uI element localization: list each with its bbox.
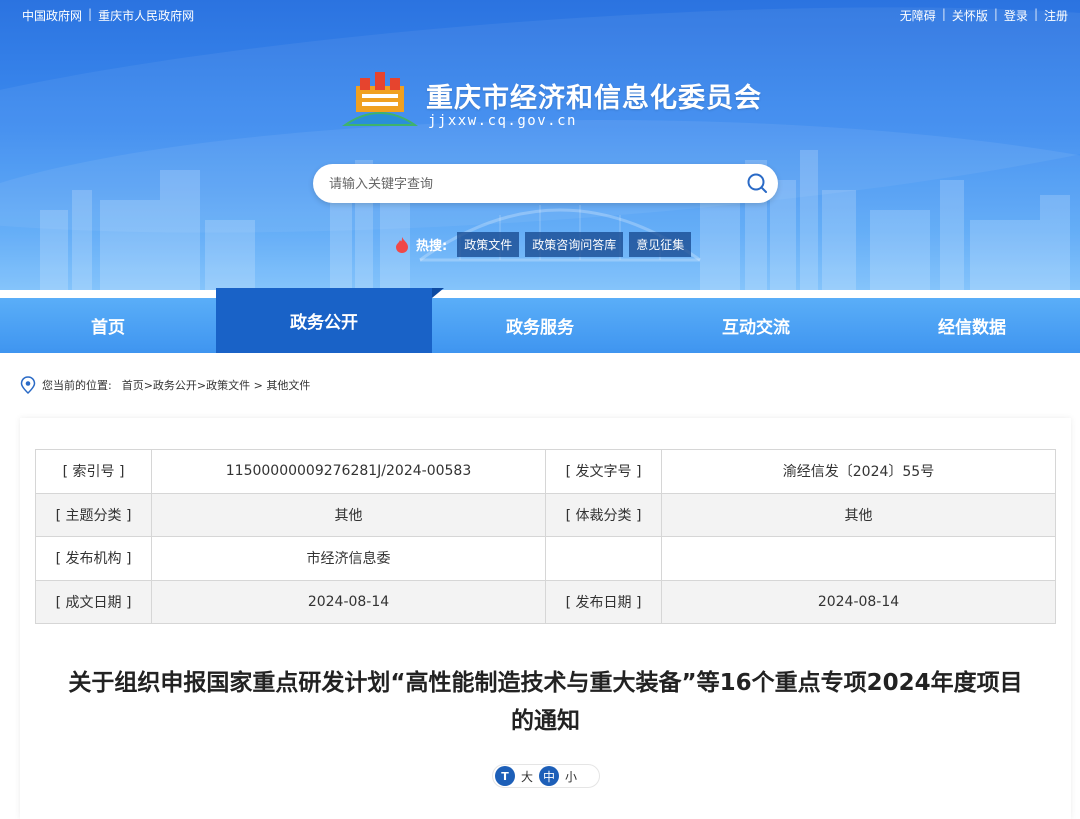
- breadcrumb-lead: 您当前的位置:: [42, 379, 112, 392]
- search-bar: [313, 164, 778, 203]
- document-title-line: 的通知: [511, 708, 580, 734]
- top-utility-bar: 中国政府网 | 重庆市人民政府网 无障碍 | 关怀版 | 登录 | 注册: [22, 7, 1068, 24]
- table-row: [ 主题分类 ] 其他 [ 体裁分类 ] 其他: [35, 492, 1056, 537]
- hot-search-item-policy-files[interactable]: 政策文件: [457, 232, 520, 257]
- meta-value: 渝经信发〔2024〕55号: [661, 449, 1056, 494]
- font-size-switcher: T 大 中 小: [492, 764, 600, 788]
- document-meta-table: [ 索引号 ] 11500000009276281J/2024-00583 [ …: [35, 449, 1056, 624]
- search-input[interactable]: [329, 173, 729, 195]
- document-title-line: 关于组织申报国家重点研发计划“高性能制造技术与重大装备”等16个重点专项2024…: [68, 670, 1023, 696]
- nav-item-data[interactable]: 经信数据: [864, 298, 1080, 353]
- main-nav: 首页 政务公开 政务服务 互动交流 经信数据: [0, 288, 1080, 353]
- table-row: [ 索引号 ] 11500000009276281J/2024-00583 [ …: [35, 449, 1056, 494]
- link-register[interactable]: 注册: [1044, 7, 1068, 24]
- document-title: 关于组织申报国家重点研发计划“高性能制造技术与重大装备”等16个重点专项2024…: [20, 664, 1071, 740]
- meta-value: 2024-08-14: [661, 579, 1056, 624]
- breadcrumb-path[interactable]: 首页>政务公开>政策文件 > 其他文件: [122, 377, 311, 393]
- fire-icon: [396, 236, 408, 253]
- font-size-icon: T: [495, 766, 515, 786]
- meta-value: 2024-08-14: [151, 579, 546, 624]
- meta-value: [661, 536, 1056, 581]
- link-accessibility[interactable]: 无障碍: [900, 7, 936, 24]
- site-domain: jjxxw.cq.gov.cn: [428, 113, 577, 129]
- nav-item-gov-services[interactable]: 政务服务: [432, 298, 648, 353]
- table-row: [ 成文日期 ] 2024-08-14 [ 发布日期 ] 2024-08-14: [35, 579, 1056, 624]
- meta-key: [ 成文日期 ]: [35, 579, 152, 624]
- nav-item-interaction[interactable]: 互动交流: [648, 298, 864, 353]
- city-skyline-graphic: [40, 150, 1070, 290]
- meta-value: 其他: [151, 492, 546, 537]
- meta-key: [ 发布日期 ]: [545, 579, 662, 624]
- hot-search: 热搜: 政策文件 政策咨询问答库 意见征集: [394, 232, 692, 257]
- meta-value: 市经济信息委: [151, 536, 546, 581]
- font-size-large[interactable]: 大: [521, 768, 533, 785]
- breadcrumb: 您当前的位置: 首页>政务公开>政策文件 > 其他文件: [20, 376, 310, 394]
- link-care-mode[interactable]: 关怀版: [952, 7, 988, 24]
- meta-key: [ 主题分类 ]: [35, 492, 152, 537]
- site-logo-icon[interactable]: [340, 68, 420, 130]
- meta-key: [ 体裁分类 ]: [545, 492, 662, 537]
- meta-key: [545, 536, 662, 581]
- hot-search-item-opinion[interactable]: 意见征集: [629, 232, 692, 257]
- hot-search-label: 热搜:: [416, 239, 448, 254]
- search-icon[interactable]: [746, 172, 768, 194]
- link-china-gov[interactable]: 中国政府网: [22, 7, 82, 24]
- meta-key: [ 发文字号 ]: [545, 449, 662, 494]
- nav-item-gov-affairs-open[interactable]: 政务公开: [216, 288, 444, 353]
- location-pin-icon: [20, 376, 36, 394]
- font-size-small[interactable]: 小: [565, 768, 577, 785]
- content-card: [ 索引号 ] 11500000009276281J/2024-00583 [ …: [20, 418, 1071, 819]
- hot-search-item-policy-qa[interactable]: 政策咨询问答库: [525, 232, 624, 257]
- nav-item-home[interactable]: 首页: [0, 298, 216, 353]
- meta-value: 11500000009276281J/2024-00583: [151, 449, 546, 494]
- link-chongqing-gov[interactable]: 重庆市人民政府网: [98, 7, 194, 24]
- meta-key: [ 发布机构 ]: [35, 536, 152, 581]
- link-login[interactable]: 登录: [1004, 7, 1028, 24]
- font-size-medium[interactable]: 中: [539, 766, 560, 786]
- meta-key: [ 索引号 ]: [35, 449, 152, 494]
- site-title: 重庆市经济和信息化委员会: [426, 83, 762, 114]
- meta-value: 其他: [661, 492, 1056, 537]
- table-row: [ 发布机构 ] 市经济信息委: [35, 536, 1056, 581]
